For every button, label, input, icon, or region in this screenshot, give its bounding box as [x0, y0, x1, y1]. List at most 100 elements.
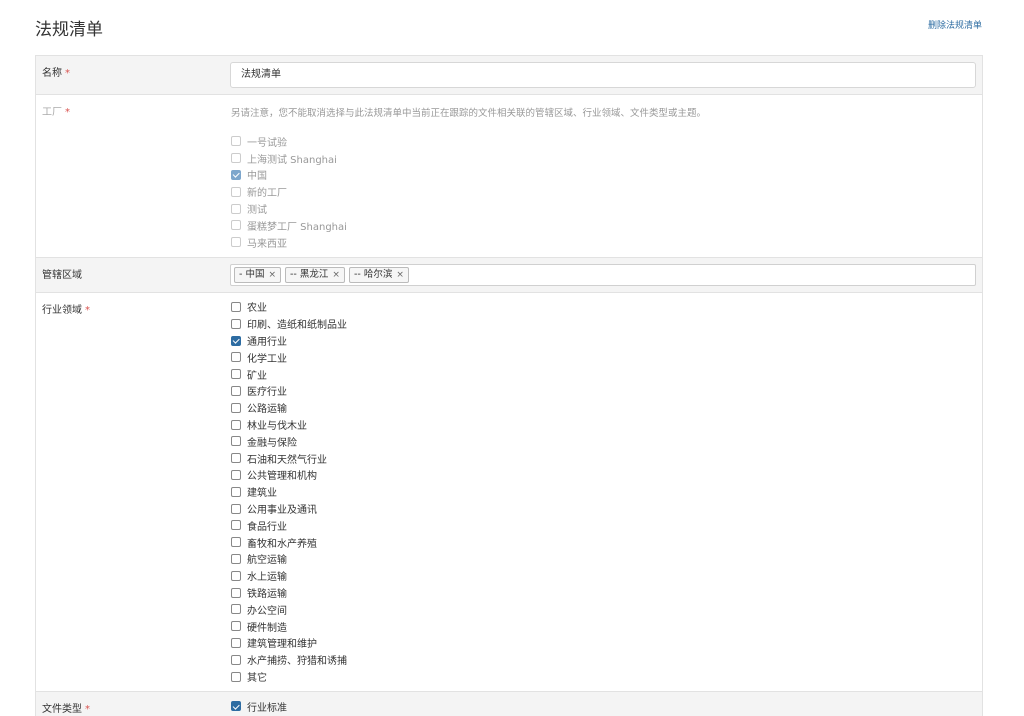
- checkbox[interactable]: [231, 237, 241, 248]
- industry-option[interactable]: 金融与保险: [231, 433, 976, 450]
- industry-option[interactable]: 铁路运输: [231, 584, 976, 601]
- checkbox[interactable]: [231, 537, 241, 548]
- delete-checklist-link[interactable]: 删除法规清单: [928, 18, 982, 31]
- checkbox[interactable]: [231, 301, 241, 312]
- checkbox[interactable]: [231, 369, 241, 380]
- industry-option-label: 公用事业及通讯: [247, 505, 317, 517]
- industry-option-label: 硬件制造: [247, 622, 287, 634]
- industry-option[interactable]: 公路运输: [231, 399, 976, 416]
- checkbox[interactable]: [231, 520, 241, 531]
- checkbox[interactable]: [231, 453, 241, 464]
- checkbox[interactable]: [231, 621, 241, 632]
- checkbox[interactable]: [231, 553, 241, 564]
- industry-option-label: 水上运输: [247, 572, 287, 584]
- checkbox[interactable]: [231, 637, 241, 648]
- industry-option[interactable]: 水产捕捞、狩猎和诱捕: [231, 651, 976, 668]
- checkbox[interactable]: [231, 701, 241, 712]
- jurisdiction-tag-input[interactable]: - 中国 × -- 黑龙江 × -- 哈尔滨 ×: [230, 263, 976, 286]
- industry-row: 行业领域 * 农业印刷、造纸和纸制品业 通用行业 化学工业矿业 医疗行业公路运输 林业与伐…: [36, 293, 982, 692]
- checkbox[interactable]: [231, 385, 241, 396]
- name-label: 名称 *: [42, 68, 70, 79]
- factory-option[interactable]: 一号试验: [231, 133, 976, 150]
- checkbox[interactable]: [231, 503, 241, 514]
- industry-option-label: 航空运输: [247, 555, 287, 567]
- remove-tag-icon[interactable]: ×: [268, 268, 276, 282]
- factory-option-label: 蛋糕梦工厂 Shanghai: [247, 221, 347, 233]
- checkbox[interactable]: [231, 587, 241, 598]
- industry-option[interactable]: 水上运输: [231, 567, 976, 584]
- industry-option[interactable]: 食品行业: [231, 517, 976, 534]
- industry-option[interactable]: 建筑管理和维护: [231, 635, 976, 652]
- checkbox[interactable]: [231, 570, 241, 581]
- industry-option-label: 石油和天然气行业: [247, 454, 327, 466]
- factory-note: 另请注意，您不能取消选择与此法规清单中当前正在跟踪的文件相关联的管辖区域、行业领…: [231, 108, 707, 119]
- checkbox[interactable]: [231, 186, 241, 197]
- factory-option[interactable]: 中国: [231, 167, 976, 184]
- checkbox[interactable]: [231, 352, 241, 363]
- industry-label: 行业领域 *: [42, 304, 90, 316]
- factory-option-label: 马来西亚: [247, 238, 287, 250]
- industry-option-label: 公路运输: [247, 404, 287, 416]
- industry-option[interactable]: 林业与伐木业: [231, 416, 976, 433]
- checkbox[interactable]: [231, 469, 241, 480]
- jurisdiction-tag-label: -- 黑龙江: [290, 268, 329, 280]
- factory-row: 工厂 * 另请注意，您不能取消选择与此法规清单中当前正在跟踪的文件相关联的管辖区域…: [36, 95, 982, 258]
- remove-tag-icon[interactable]: ×: [396, 268, 404, 282]
- industry-option[interactable]: 办公空间: [231, 601, 976, 618]
- checkbox[interactable]: [231, 136, 241, 147]
- checkbox[interactable]: [231, 419, 241, 430]
- industry-option-label: 公共管理和机构: [247, 471, 317, 483]
- checkbox[interactable]: [231, 604, 241, 615]
- industry-option[interactable]: 农业: [231, 299, 976, 316]
- industry-option[interactable]: 其它: [231, 668, 976, 685]
- document-type-option[interactable]: 行业标准: [231, 698, 976, 715]
- factory-option-label: 测试: [247, 205, 267, 217]
- required-mark: *: [65, 68, 70, 79]
- checkbox[interactable]: [231, 486, 241, 497]
- checkbox[interactable]: [231, 436, 241, 447]
- factory-checkbox-list: 一号试验上海测试 Shanghai 中国新的工厂测试蛋糕梦工厂 Shanghai 马…: [231, 133, 976, 251]
- checkbox[interactable]: [231, 402, 241, 413]
- industry-option[interactable]: 建筑业: [231, 483, 976, 500]
- industry-option[interactable]: 医疗行业: [231, 383, 976, 400]
- industry-option[interactable]: 石油和天然气行业: [231, 450, 976, 467]
- factory-option-label: 新的工厂: [247, 188, 287, 200]
- industry-option[interactable]: 公共管理和机构: [231, 467, 976, 484]
- industry-option-label: 建筑业: [247, 488, 277, 500]
- factory-option[interactable]: 马来西亚: [231, 234, 976, 251]
- industry-option-label: 印刷、造纸和纸制品业: [247, 320, 347, 332]
- checkbox[interactable]: [231, 654, 241, 665]
- factory-option[interactable]: 新的工厂: [231, 183, 976, 200]
- name-row: 名称 * 法规清单: [36, 56, 982, 95]
- document-type-row: 文件类型 * 行业标准: [36, 691, 982, 716]
- page-title: 法规清单: [35, 20, 103, 40]
- industry-option[interactable]: 公用事业及通讯: [231, 500, 976, 517]
- industry-option-label: 金融与保险: [247, 437, 297, 449]
- checkbox[interactable]: [231, 318, 241, 329]
- industry-option-label: 农业: [247, 303, 267, 315]
- industry-option[interactable]: 矿业: [231, 366, 976, 383]
- checkbox[interactable]: [231, 169, 241, 180]
- checkbox[interactable]: [231, 220, 241, 231]
- required-mark: *: [85, 304, 90, 316]
- industry-option-label: 铁路运输: [247, 589, 287, 601]
- jurisdiction-tag: - 中国 ×: [234, 266, 281, 283]
- checkbox[interactable]: [231, 203, 241, 214]
- checkbox[interactable]: [231, 671, 241, 682]
- industry-option[interactable]: 通用行业: [231, 332, 976, 349]
- industry-option[interactable]: 印刷、造纸和纸制品业: [231, 315, 976, 332]
- remove-tag-icon[interactable]: ×: [332, 268, 340, 282]
- industry-option[interactable]: 航空运输: [231, 551, 976, 568]
- checkbox[interactable]: [231, 335, 241, 346]
- factory-option[interactable]: 测试: [231, 200, 976, 217]
- checkbox[interactable]: [231, 153, 241, 164]
- industry-option[interactable]: 化学工业: [231, 349, 976, 366]
- document-type-label: 文件类型 *: [42, 703, 90, 715]
- industry-option-label: 矿业: [247, 370, 267, 382]
- factory-option-label: 上海测试 Shanghai: [247, 154, 337, 166]
- factory-option[interactable]: 上海测试 Shanghai: [231, 150, 976, 167]
- factory-option[interactable]: 蛋糕梦工厂 Shanghai: [231, 217, 976, 234]
- name-input[interactable]: 法规清单: [230, 62, 976, 88]
- industry-option[interactable]: 硬件制造: [231, 618, 976, 635]
- industry-option[interactable]: 畜牧和水产养殖: [231, 534, 976, 551]
